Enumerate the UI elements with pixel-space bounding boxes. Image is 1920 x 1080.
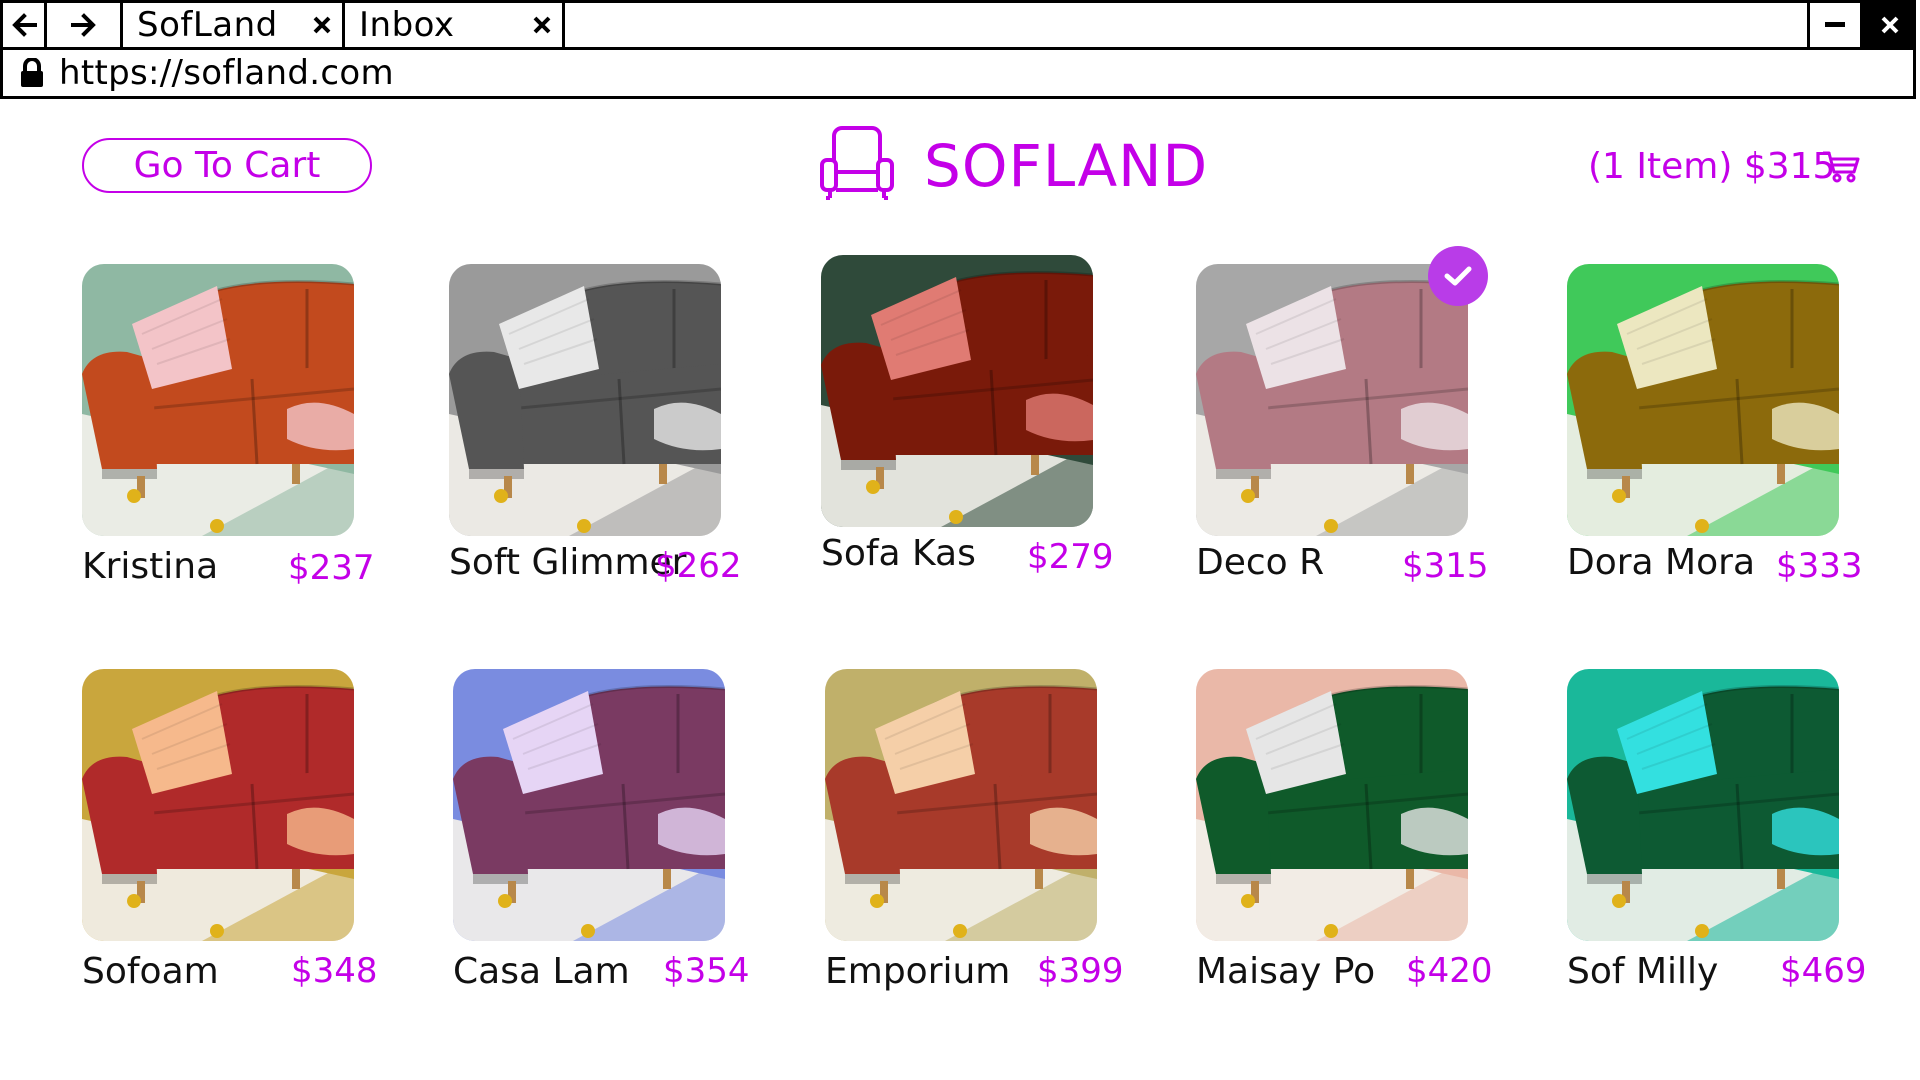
product-name: Casa Lam: [453, 951, 630, 992]
product-card[interactable]: Sofa Kas $279: [821, 255, 1114, 585]
product-price: $469: [1780, 951, 1867, 991]
product-card[interactable]: Deco R $315: [1196, 246, 1489, 594]
close-icon: [1881, 16, 1898, 34]
product-name: Dora Mora: [1567, 542, 1755, 583]
brand-logo[interactable]: SOFLAND: [820, 126, 1208, 206]
product-price: $333: [1776, 546, 1863, 586]
back-button[interactable]: [3, 3, 47, 47]
tab-inbox[interactable]: Inbox: [345, 3, 565, 47]
minimize-icon: [1825, 22, 1845, 27]
product-card[interactable]: Soft Glimmer $262: [449, 264, 742, 594]
product-name: Kristina: [82, 546, 219, 587]
product-image[interactable]: [1567, 264, 1839, 536]
url-text: https://sofland.com: [59, 53, 394, 93]
product-price: $262: [655, 546, 742, 586]
product-image[interactable]: [82, 669, 354, 941]
cart-icon: [1823, 151, 1860, 182]
selected-check-icon[interactable]: [1428, 246, 1488, 306]
product-name: Maisay Po: [1196, 951, 1376, 992]
cart-summary-text: (1 Item) $315: [1588, 146, 1836, 187]
product-card[interactable]: Emporium $399: [825, 669, 1124, 999]
product-name: Sofa Kas: [821, 533, 976, 574]
armchair-icon: [820, 126, 894, 200]
product-image[interactable]: [453, 669, 725, 941]
product-image[interactable]: [1567, 669, 1839, 941]
cart-summary[interactable]: (1 Item) $315: [1588, 146, 1861, 187]
product-name: Sof Milly: [1567, 951, 1719, 992]
minimize-button[interactable]: [1807, 3, 1863, 47]
product-image[interactable]: [821, 255, 1093, 527]
product-image[interactable]: [449, 264, 721, 536]
window-close-button[interactable]: [1863, 3, 1916, 47]
product-card[interactable]: Dora Mora $333: [1567, 264, 1863, 594]
tab-bar: SofLand Inbox: [0, 0, 1916, 50]
forward-button[interactable]: [47, 3, 123, 47]
product-image[interactable]: [82, 264, 354, 536]
product-image[interactable]: [1196, 669, 1468, 941]
product-price: $279: [1027, 537, 1114, 577]
product-image[interactable]: [825, 669, 1097, 941]
product-price: $348: [291, 951, 378, 991]
product-name: Emporium: [825, 951, 1011, 992]
close-icon[interactable]: [532, 15, 552, 35]
product-name: Sofoam: [82, 951, 219, 992]
browser-chrome: SofLand Inbox https://sofland.com: [0, 0, 1920, 100]
go-to-cart-button[interactable]: Go To Cart: [82, 138, 372, 193]
tab-title: SofLand: [137, 5, 278, 45]
product-name: Soft Glimmer: [449, 542, 687, 583]
product-card[interactable]: Maisay Po $420: [1196, 669, 1493, 999]
product-price: $354: [663, 951, 750, 991]
address-bar[interactable]: https://sofland.com: [0, 47, 1916, 99]
tab-title: Inbox: [359, 5, 455, 45]
product-price: $237: [288, 548, 375, 588]
product-card[interactable]: Kristina $237: [82, 264, 375, 594]
brand-name: SOFLAND: [924, 132, 1209, 200]
close-icon[interactable]: [312, 15, 332, 35]
product-price: $420: [1406, 951, 1493, 991]
product-price: $315: [1402, 546, 1489, 586]
arrow-right-icon: [70, 13, 96, 37]
product-card[interactable]: Sof Milly $469: [1567, 669, 1867, 999]
product-card[interactable]: Sofoam $348: [82, 669, 378, 999]
product-image[interactable]: [1196, 264, 1468, 536]
tab-sofland[interactable]: SofLand: [123, 3, 345, 47]
product-card[interactable]: Casa Lam $354: [453, 669, 750, 999]
arrow-left-icon: [11, 13, 37, 37]
product-price: $399: [1037, 951, 1124, 991]
product-name: Deco R: [1196, 542, 1325, 583]
lock-icon: [19, 58, 45, 88]
